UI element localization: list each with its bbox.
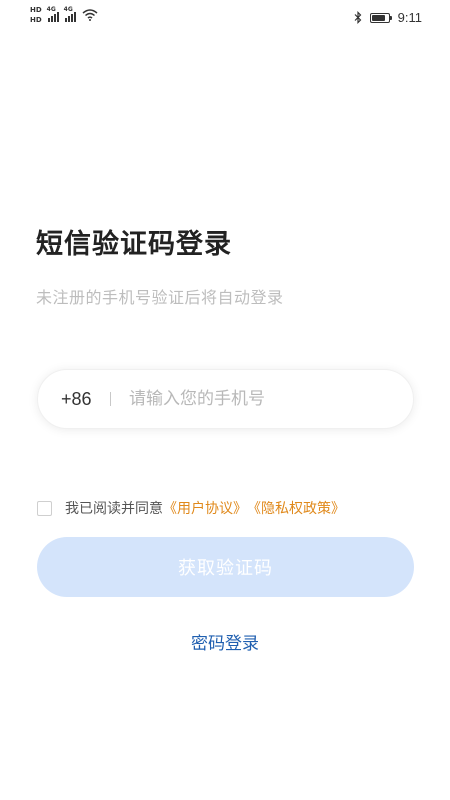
page-title: 短信验证码登录 xyxy=(36,229,232,260)
login-screen: HD HD 4G 4G 9:11 短信验证码登录 未注册的手机号验证后将自动登录… xyxy=(0,0,450,800)
network-type-1: 4G xyxy=(46,6,56,13)
password-login-link[interactable]: 密码登录 xyxy=(0,629,450,654)
network-type-2: 4G xyxy=(63,6,73,13)
agreement-checkbox[interactable] xyxy=(37,500,52,516)
hd-label-1: HD xyxy=(30,6,42,14)
status-bar-left: HD HD 4G 4G xyxy=(30,6,98,24)
user-agreement-link[interactable]: 《用户协议》 xyxy=(163,498,247,518)
status-bar-right: 9:11 xyxy=(354,10,422,25)
signal-icon: 4G xyxy=(63,6,76,22)
signal-icon: 4G xyxy=(46,6,59,22)
phone-number-input[interactable] xyxy=(129,389,389,409)
bluetooth-icon xyxy=(354,11,362,24)
agreement-row: 我已阅读并同意 《用户协议》 《隐私权政策》 xyxy=(37,498,345,518)
agreement-text: 我已阅读并同意 xyxy=(65,501,163,517)
page-subtitle: 未注册的手机号验证后将自动登录 xyxy=(36,288,284,307)
wifi-icon xyxy=(82,9,98,21)
status-bar: HD HD 4G 4G 9:11 xyxy=(0,0,450,38)
battery-icon xyxy=(369,12,392,23)
get-code-button[interactable]: 获取验证码 xyxy=(37,537,414,597)
privacy-policy-link[interactable]: 《隐私权政策》 xyxy=(247,498,345,518)
hd-label-2: HD xyxy=(30,16,42,24)
country-code-selector[interactable]: +86 xyxy=(61,389,97,410)
battery-level xyxy=(371,14,386,21)
phone-input-box[interactable]: +86 xyxy=(37,369,414,429)
hd-icon: HD HD xyxy=(30,6,42,24)
status-time: 9:11 xyxy=(397,10,422,25)
input-divider xyxy=(110,392,111,406)
